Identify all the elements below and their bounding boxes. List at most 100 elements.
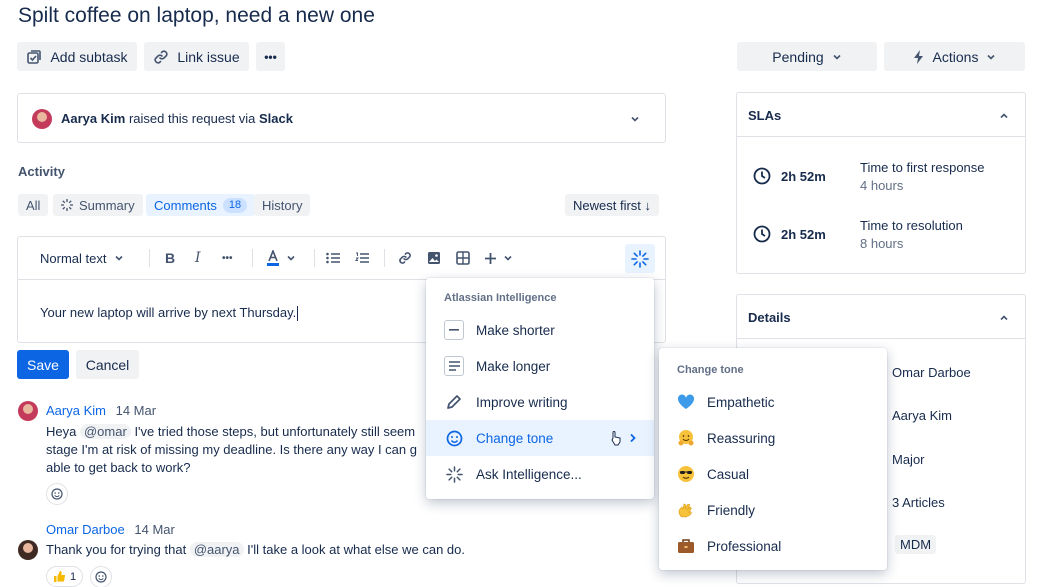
filter-summary[interactable]: Summary bbox=[53, 194, 143, 216]
detail-value[interactable]: 3 Articles bbox=[892, 495, 945, 510]
comment-author[interactable]: Omar Darboe bbox=[46, 522, 125, 537]
tone-item-friendly[interactable]: Friendly bbox=[659, 492, 887, 528]
editor-text: Your new laptop will arrive by next Thur… bbox=[40, 305, 297, 320]
tone-item-professional[interactable]: Professional bbox=[659, 528, 887, 564]
pointer-cursor-icon bbox=[610, 430, 622, 446]
tone-submenu: Change tone Empathetic Reassuring Casual… bbox=[659, 348, 887, 570]
detail-tag[interactable]: MDM bbox=[895, 535, 937, 554]
tone-item-reassuring[interactable]: Reassuring bbox=[659, 420, 887, 456]
sort-button[interactable]: Newest first ↓ bbox=[565, 194, 660, 216]
tone-item-label: Professional bbox=[707, 538, 782, 554]
ai-menu-item-change-tone[interactable]: Change tone bbox=[426, 420, 654, 456]
detail-value[interactable]: Major bbox=[892, 452, 925, 467]
more-icon: ••• bbox=[264, 49, 277, 64]
numbered-list-icon[interactable] bbox=[355, 237, 369, 279]
ai-menu-item-label: Improve writing bbox=[476, 394, 568, 410]
reporter-name: Aarya Kim bbox=[61, 111, 126, 126]
status-label: Pending bbox=[772, 48, 824, 65]
comment-text: I'll take a look at what else we can do. bbox=[247, 542, 465, 557]
request-source-card: Aarya Kim raised this request via Slack bbox=[17, 93, 666, 143]
italic-icon[interactable]: I bbox=[195, 237, 201, 279]
tone-submenu-heading: Change tone bbox=[677, 364, 744, 376]
comment-text: I've tried those steps, but unfortunatel… bbox=[134, 424, 416, 439]
cancel-button[interactable]: Cancel bbox=[76, 350, 139, 379]
ai-menu-item-label: Ask Intelligence... bbox=[476, 466, 582, 482]
lightning-icon bbox=[913, 49, 925, 64]
sparkle-icon bbox=[631, 249, 649, 268]
link-issue-label: Link issue bbox=[177, 48, 240, 65]
chevron-up-icon[interactable] bbox=[999, 111, 1009, 121]
avatar bbox=[18, 401, 38, 421]
comment-body: Thank you for trying that @aarya I'll ta… bbox=[46, 542, 465, 557]
table-icon[interactable] bbox=[456, 237, 470, 279]
link-icon[interactable] bbox=[398, 237, 412, 279]
reaction-thumbs-up[interactable]: 1 bbox=[46, 566, 84, 587]
clock-icon bbox=[753, 167, 771, 185]
chevron-up-icon[interactable] bbox=[999, 313, 1009, 323]
ai-button[interactable] bbox=[625, 244, 655, 273]
save-button[interactable]: Save bbox=[17, 350, 69, 379]
bold-icon[interactable]: B bbox=[165, 237, 175, 279]
comment-author[interactable]: Aarya Kim bbox=[46, 403, 106, 418]
sla-goal: 4 hours bbox=[860, 178, 904, 193]
plus-icon bbox=[484, 252, 497, 265]
more-actions-button[interactable]: ••• bbox=[256, 42, 285, 71]
sla-time: 2h 52m bbox=[781, 227, 826, 242]
subtask-icon bbox=[26, 49, 42, 65]
ai-menu-item-make-shorter[interactable]: Make shorter bbox=[426, 312, 654, 348]
bullet-list-icon[interactable] bbox=[326, 237, 340, 279]
lines-icon bbox=[444, 356, 464, 376]
filter-history-label: History bbox=[262, 197, 303, 213]
chevron-right-icon bbox=[629, 433, 637, 443]
sla-goal: 8 hours bbox=[860, 236, 904, 251]
more-formatting-icon[interactable]: ••• bbox=[222, 237, 233, 279]
thumbs-up-icon bbox=[53, 570, 66, 583]
add-subtask-label: Add subtask bbox=[50, 48, 128, 65]
avatar bbox=[18, 540, 38, 560]
ai-menu-item-make-longer[interactable]: Make longer bbox=[426, 348, 654, 384]
add-reaction-button[interactable] bbox=[90, 566, 112, 587]
sparkle-icon bbox=[444, 464, 464, 484]
sla-time: 2h 52m bbox=[781, 169, 826, 184]
smiley-icon bbox=[95, 571, 107, 583]
tone-item-label: Reassuring bbox=[707, 430, 776, 446]
image-icon[interactable] bbox=[427, 237, 441, 279]
text-color-dropdown[interactable] bbox=[266, 237, 296, 279]
filter-all-label: All bbox=[26, 197, 41, 213]
mention[interactable]: @aarya bbox=[189, 542, 244, 557]
sla-label: Time to resolution bbox=[860, 218, 963, 233]
panel-divider bbox=[737, 136, 1025, 137]
cancel-label: Cancel bbox=[85, 356, 130, 373]
filter-all[interactable]: All bbox=[18, 194, 49, 216]
actions-dropdown[interactable]: Actions bbox=[884, 42, 1025, 71]
text-style-dropdown[interactable]: Normal text bbox=[40, 237, 124, 279]
link-issue-button[interactable]: Link issue bbox=[144, 42, 249, 71]
briefcase-emoji-icon bbox=[677, 538, 695, 554]
editor-content[interactable]: Your new laptop will arrive by next Thur… bbox=[40, 305, 299, 322]
tone-item-label: Casual bbox=[707, 466, 750, 482]
ai-menu-item-ask-intelligence[interactable]: Ask Intelligence... bbox=[426, 456, 654, 492]
chevron-down-icon[interactable] bbox=[630, 114, 640, 124]
blue-heart-emoji-icon bbox=[677, 394, 695, 410]
ai-menu-item-improve-writing[interactable]: Improve writing bbox=[426, 384, 654, 420]
smiley-icon bbox=[51, 488, 63, 500]
clock-icon bbox=[753, 225, 771, 243]
tone-item-empathetic[interactable]: Empathetic bbox=[659, 384, 887, 420]
insert-dropdown[interactable] bbox=[484, 237, 513, 279]
save-label: Save bbox=[27, 356, 59, 373]
add-subtask-button[interactable]: Add subtask bbox=[17, 42, 137, 71]
filter-summary-label: Summary bbox=[79, 197, 135, 213]
detail-value[interactable]: Omar Darboe bbox=[892, 365, 971, 380]
ai-menu-item-label: Make shorter bbox=[476, 322, 555, 338]
comment-header: Omar Darboe 14 Mar bbox=[46, 522, 175, 537]
sort-label: Newest first ↓ bbox=[573, 197, 652, 213]
filter-comments[interactable]: Comments 18 bbox=[146, 194, 256, 216]
status-dropdown[interactable]: Pending bbox=[737, 42, 877, 71]
mention[interactable]: @omar bbox=[79, 424, 131, 439]
filter-history[interactable]: History bbox=[254, 194, 311, 216]
detail-value[interactable]: Aarya Kim bbox=[892, 408, 952, 423]
reaction-count: 1 bbox=[70, 570, 77, 583]
chevron-down-icon bbox=[832, 52, 842, 62]
add-reaction-button[interactable] bbox=[46, 483, 68, 505]
tone-item-casual[interactable]: Casual bbox=[659, 456, 887, 492]
